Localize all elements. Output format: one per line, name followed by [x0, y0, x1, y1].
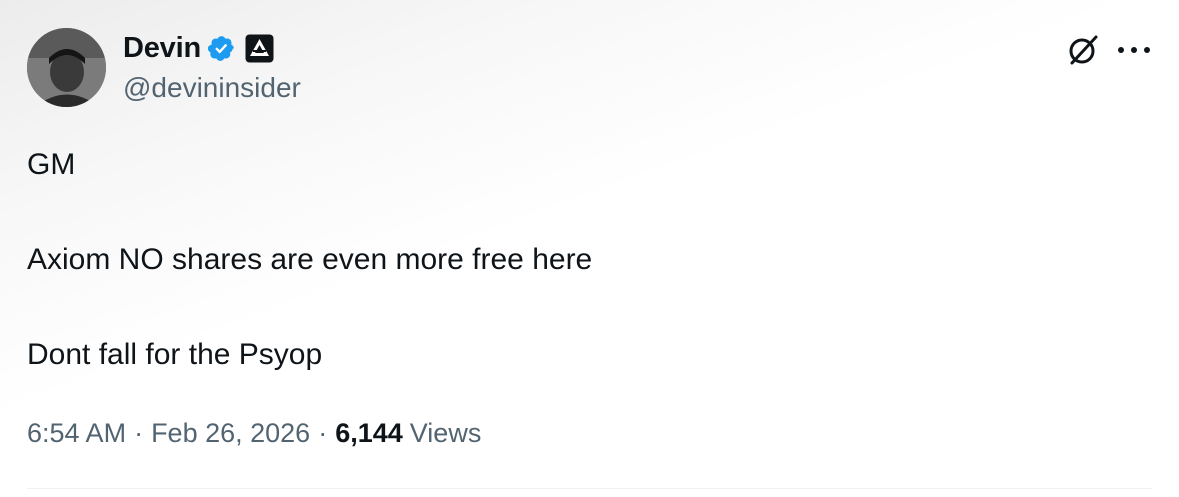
author-name-row: Devin — [123, 30, 274, 66]
meta-separator: · — [134, 418, 144, 448]
more-dot — [1118, 47, 1124, 53]
tweet-card: Devin @devininsider GM Axiom NO shares a… — [0, 0, 1179, 497]
author-display-name[interactable]: Devin — [123, 32, 201, 65]
triangle-logo-icon[interactable] — [245, 34, 274, 63]
grok-icon[interactable] — [1066, 33, 1100, 67]
verified-badge-icon[interactable] — [207, 34, 236, 63]
divider — [27, 488, 1152, 489]
tweet-time[interactable]: 6:54 AM — [27, 418, 126, 449]
tweet-text-line: Axiom NO shares are even more free here — [27, 243, 593, 276]
author-handle[interactable]: @devininsider — [123, 72, 301, 104]
views-count[interactable]: 6,144 — [335, 418, 403, 449]
avatar[interactable] — [27, 28, 106, 107]
more-dot — [1131, 47, 1137, 53]
views-label[interactable]: Views — [410, 418, 482, 449]
tweet-text-line: GM — [27, 148, 76, 181]
more-dot — [1144, 47, 1150, 53]
avatar-photo — [27, 28, 106, 107]
tweet-text-line: Dont fall for the Psyop — [27, 338, 323, 371]
tweet-meta: 6:54 AM · Feb 26, 2026 · 6,144 Views — [27, 418, 481, 449]
meta-separator: · — [318, 418, 328, 448]
tweet-date[interactable]: Feb 26, 2026 — [151, 418, 310, 449]
more-icon[interactable] — [1114, 33, 1154, 67]
